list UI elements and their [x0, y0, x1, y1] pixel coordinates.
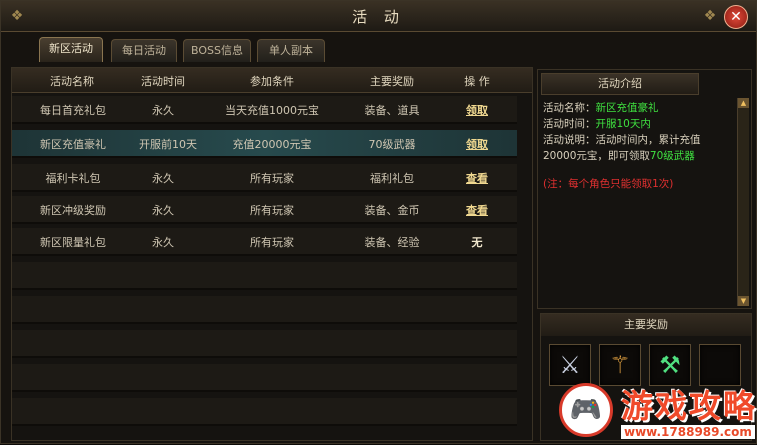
intro-header: 活动介绍	[541, 73, 699, 95]
window-title: 活 动	[352, 8, 405, 26]
col-action: 操 作	[464, 75, 490, 88]
empty-row	[12, 296, 517, 324]
intro-desc-text-1: 活动时间内，累计充值	[595, 134, 701, 146]
row-condition: 所有玩家	[250, 204, 294, 217]
gamepad-logo-icon: 🎮	[559, 383, 613, 437]
row-name: 每日首充礼包	[40, 104, 106, 117]
close-button[interactable]: ✕	[724, 5, 748, 29]
ornament-right-icon: ❖	[703, 8, 717, 24]
empty-row	[12, 398, 517, 426]
watermark: 🎮 游戏攻略 www.1788989.com	[555, 379, 757, 445]
intro-scrollbar[interactable]: ▲ ▼	[737, 98, 749, 306]
intro-time-label: 活动时间：	[543, 118, 596, 130]
row-condition: 当天充值1000元宝	[225, 104, 319, 117]
row-name: 福利卡礼包	[45, 172, 101, 185]
table-row[interactable]: 新区限量礼包 永久 所有玩家 装备、经验 无	[12, 228, 517, 256]
activity-window: ❖ 活 动 ❖ ✕ 新区活动 每日活动 BOSS信息 单人副本 活动名称 活动时…	[0, 0, 757, 444]
row-reward: 装备、金币	[364, 204, 420, 217]
table-header: 活动名称 活动时间 参加条件 主要奖励 操 作	[12, 68, 532, 93]
row-reward: 70级武器	[368, 138, 416, 151]
row-time: 永久	[152, 172, 174, 185]
rewards-header: 主要奖励	[541, 314, 751, 336]
table-row[interactable]: 福利卡礼包 永久 所有玩家 福利礼包 查看	[12, 164, 517, 192]
claim-link[interactable]: 领取	[452, 102, 502, 118]
intro-desc-text-2: 20000元宝，即可领取	[543, 150, 650, 162]
activity-intro-panel: 活动介绍 活动名称：新区充值豪礼 活动时间：开服10天内 活动说明：活动时间内，…	[537, 69, 752, 309]
col-condition: 参加条件	[250, 75, 294, 88]
col-activity-time: 活动时间	[141, 75, 185, 88]
table-row[interactable]: 每日首充礼包 永久 当天充值1000元宝 装备、道具 领取	[12, 96, 517, 124]
row-name: 新区限量礼包	[40, 236, 106, 249]
row-name: 新区充值豪礼	[40, 138, 106, 151]
tab-new-server-events[interactable]: 新区活动	[39, 37, 103, 62]
intro-name-value: 新区充值豪礼	[595, 102, 659, 114]
table-row-selected[interactable]: 新区充值豪礼 开服前10天 充值20000元宝 70级武器 领取	[12, 130, 517, 158]
empty-row	[12, 262, 517, 290]
intro-note: (注：每个角色只能领取1次)	[543, 178, 674, 190]
scroll-down-icon[interactable]: ▼	[738, 296, 749, 306]
intro-desc-label: 活动说明：	[543, 134, 596, 146]
row-reward: 装备、经验	[364, 236, 420, 249]
intro-text: 活动名称：新区充值豪礼 活动时间：开服10天内 活动说明：活动时间内，累计充值 …	[543, 100, 733, 192]
watermark-url: www.1788989.com	[621, 425, 755, 439]
watermark-title: 游戏攻略	[621, 387, 757, 425]
view-link[interactable]: 查看	[452, 170, 502, 186]
row-reward: 装备、道具	[364, 104, 420, 117]
row-condition: 所有玩家	[250, 172, 294, 185]
intro-time-value: 开服10天内	[595, 118, 651, 130]
row-reward: 福利礼包	[370, 172, 414, 185]
tab-daily-events[interactable]: 每日活动	[111, 39, 177, 62]
tab-boss-info[interactable]: BOSS信息	[183, 39, 251, 62]
row-time: 永久	[152, 204, 174, 217]
empty-row	[12, 330, 517, 358]
activity-table: 活动名称 活动时间 参加条件 主要奖励 操 作 每日首充礼包 永久 当天充值10…	[11, 67, 533, 441]
action-none: 无	[471, 236, 483, 249]
intro-name-label: 活动名称：	[543, 102, 596, 114]
row-time: 开服前10天	[139, 138, 197, 151]
claim-link[interactable]: 领取	[452, 136, 502, 152]
row-name: 新区冲级奖励	[40, 204, 106, 217]
row-condition: 充值20000元宝	[232, 138, 312, 151]
tab-solo-dungeon[interactable]: 单人副本	[257, 39, 325, 62]
view-link[interactable]: 查看	[452, 202, 502, 218]
col-activity-name: 活动名称	[50, 75, 94, 88]
row-time: 永久	[152, 104, 174, 117]
row-time: 永久	[152, 236, 174, 249]
intro-desc-value: 70级武器	[649, 150, 695, 162]
scroll-up-icon[interactable]: ▲	[738, 98, 749, 108]
title-bar[interactable]: ❖ 活 动 ❖ ✕	[1, 1, 756, 32]
col-reward: 主要奖励	[370, 75, 414, 88]
empty-row	[12, 364, 517, 392]
row-condition: 所有玩家	[250, 236, 294, 249]
table-row[interactable]: 新区冲级奖励 永久 所有玩家 装备、金币 查看	[12, 196, 517, 224]
